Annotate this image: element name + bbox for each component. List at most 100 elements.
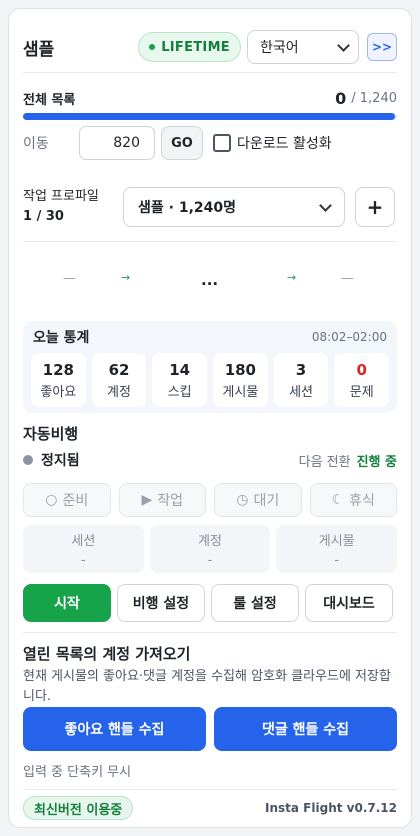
collect-comments-button[interactable]: 댓글 핸들 수집 (214, 707, 397, 751)
info-label: 게시물 (318, 534, 355, 549)
session-info-row: 세션 - 계정 - 게시물 - (23, 525, 398, 573)
collect-likes-button[interactable]: 좋아요 핸들 수집 (23, 707, 206, 751)
autopilot-title: 자동비행 (23, 425, 79, 443)
info-value: - (334, 553, 340, 568)
collapse-button[interactable]: >> (367, 33, 397, 61)
phase-icon: ○ (45, 492, 58, 508)
go-button[interactable]: GO (161, 126, 203, 160)
session-info-cell: 계정 - (149, 525, 271, 573)
profile-count: 1 / 30 (23, 209, 64, 224)
chevron-down-icon (337, 38, 350, 52)
list-current: 0 (335, 88, 347, 108)
stat-item: 180 게시물 (213, 353, 268, 407)
profile-label: 작업 프로파일 1 / 30 (23, 187, 123, 227)
chevron-down-icon (319, 198, 332, 212)
stat-label: 게시물 (222, 384, 259, 400)
stats-time-range: 08:02–02:00 (311, 330, 387, 344)
stat-label: 세션 (289, 384, 313, 400)
stats-row: 128 좋아요 62 계정 14 스킵 180 게시물 3 세션 0 문제 (31, 353, 390, 407)
stats-header: 오늘 통계 08:02–02:00 (33, 327, 387, 347)
next-transition-value: 진행 중 (356, 454, 397, 470)
session-info-cell: 게시물 - (276, 525, 398, 573)
flow-right: — (341, 271, 354, 286)
phase-icon: ☾ (331, 492, 345, 508)
panel-title: 샘플 (23, 39, 55, 60)
flow-indicator: — → ... → — (23, 271, 397, 291)
flight-settings-button[interactable]: 비행 설정 (117, 584, 205, 622)
phase-3: ☾ 휴식 (309, 483, 397, 517)
stat-item: 14 스킵 (152, 353, 208, 407)
stat-value: 14 (169, 360, 191, 379)
divider (23, 72, 397, 73)
stats-title: 오늘 통계 (33, 330, 90, 346)
jump-input[interactable]: 820 (79, 126, 155, 160)
language-select[interactable]: 한국어 (247, 30, 359, 64)
jump-label: 이동 (23, 136, 49, 152)
jump-row: 이동 820 GO 다운로드 활성화 (23, 125, 397, 161)
phase-label: 작업 (157, 493, 184, 509)
divider (23, 241, 397, 242)
start-button[interactable]: 시작 (23, 584, 111, 622)
list-label: 전체 목록 (23, 92, 76, 108)
stat-label: 스킵 (167, 384, 192, 400)
stat-item: 0 문제 (334, 353, 390, 407)
stat-label: 좋아요 (40, 384, 77, 400)
phase-2: ◷ 대기 (214, 483, 302, 517)
flow-left: — (63, 271, 76, 286)
rule-settings-button[interactable]: 룰 설정 (211, 584, 299, 622)
shortcut-hint: 입력 중 단축키 무시 (23, 765, 132, 780)
phase-label: 준비 (62, 493, 89, 509)
phase-0: ○ 준비 (23, 483, 111, 517)
import-title: 열린 목록의 계정 가져오기 (23, 645, 191, 663)
info-label: 세션 (71, 534, 96, 549)
stat-value: 128 (42, 360, 74, 379)
list-summary: 전체 목록 0 / 1,240 (23, 87, 397, 109)
download-label: 다운로드 활성화 (237, 136, 332, 152)
profile-select-value: 샘플 · 1,240명 (138, 200, 236, 216)
today-stats-card: 오늘 통계 08:02–02:00 128 좋아요 62 계정 14 스킵 180 게시물 3 세… (23, 321, 397, 413)
footer: 최신버전 이용중 Insta Flight v0.7.12 (23, 795, 397, 821)
profile-select[interactable]: 샘플 · 1,240명 (123, 187, 345, 227)
download-checkbox[interactable] (213, 134, 231, 152)
arrow-right-icon: → (287, 271, 297, 284)
lifetime-label: LIFETIME (161, 39, 230, 55)
next-transition-label: 다음 전환 (298, 454, 351, 470)
stat-item: 3 세션 (273, 353, 329, 407)
profile-label-text: 작업 프로파일 (23, 189, 99, 204)
stat-label: 문제 (349, 384, 374, 400)
info-value: - (207, 553, 213, 568)
version-status-badge: 최신버전 이용중 (23, 796, 134, 820)
divider (23, 789, 397, 790)
list-total: / 1,240 (351, 90, 397, 106)
stat-value: 0 (356, 360, 367, 379)
stat-value: 3 (295, 360, 307, 379)
phase-icon: ▶ (141, 492, 153, 508)
stat-value: 180 (224, 360, 256, 379)
phase-1: ▶ 작업 (118, 483, 206, 517)
stat-label: 계정 (107, 384, 131, 400)
dashboard-button[interactable]: 대시보드 (305, 584, 393, 622)
info-label: 계정 (198, 534, 222, 549)
divider (23, 632, 397, 633)
phase-row: ○ 준비 ▶ 작업 ◷ 대기 ☾ 휴식 (23, 483, 397, 517)
list-progress-bar (23, 113, 397, 120)
status-dot-icon (149, 44, 156, 50)
import-description: 현재 게시물의 좋아요·댓글 계정을 수집해 암호화 클라우드에 저장합니다. (23, 669, 391, 704)
language-value: 한국어 (260, 40, 299, 56)
flow-middle: ... (201, 271, 219, 289)
stat-item: 62 계정 (91, 353, 147, 407)
action-row: 시작 비행 설정 룰 설정 대시보드 (23, 584, 397, 622)
header: 샘플 LIFETIME 한국어 >> (23, 27, 397, 67)
phase-label: 휴식 (349, 493, 375, 509)
stat-value: 62 (108, 360, 130, 379)
arrow-right-icon: → (121, 271, 131, 284)
lifetime-badge: LIFETIME (138, 32, 241, 62)
list-progress-fill (23, 113, 396, 120)
status-dot-icon (23, 455, 33, 465)
profile-row: 작업 프로파일 1 / 30 샘플 · 1,240명 + (23, 185, 397, 229)
add-profile-button[interactable]: + (355, 187, 395, 227)
session-info-cell: 세션 - (23, 525, 144, 573)
autopilot-status: 정지됨 (41, 453, 80, 469)
stat-item: 128 좋아요 (31, 353, 86, 407)
phase-label: 대기 (253, 493, 280, 509)
